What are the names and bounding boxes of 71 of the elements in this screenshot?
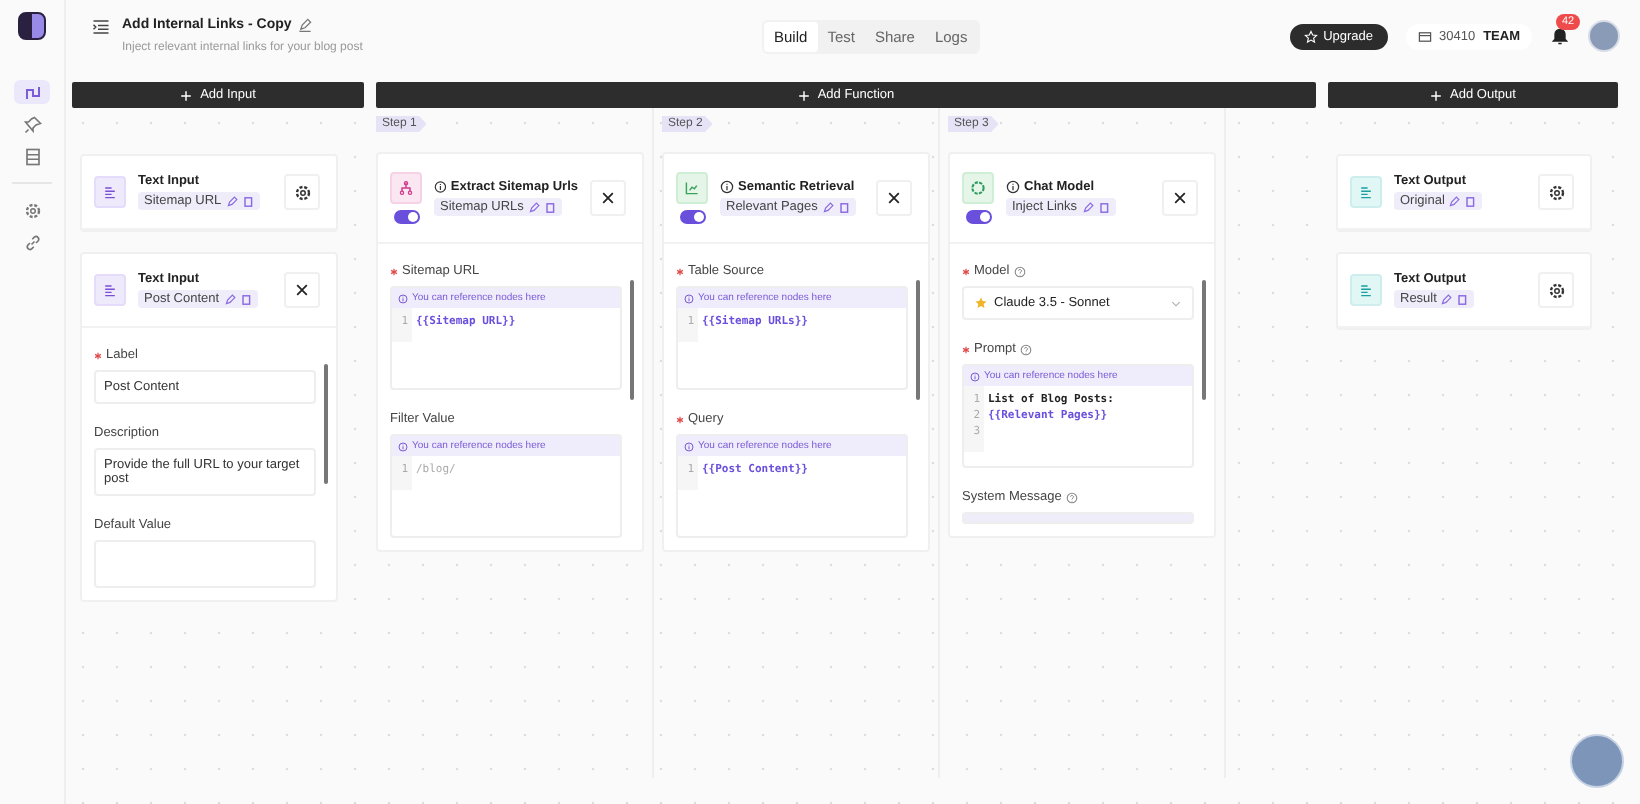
text-icon — [1350, 176, 1382, 208]
edit-icon[interactable] — [225, 195, 238, 207]
info-icon — [684, 293, 694, 303]
help-icon[interactable] — [1065, 491, 1078, 503]
help-icon[interactable] — [1013, 265, 1026, 277]
edit-icon[interactable] — [1440, 293, 1453, 305]
chevron-down-icon — [1170, 297, 1182, 309]
info-icon[interactable] — [720, 180, 734, 194]
toggle-switch[interactable] — [679, 210, 705, 224]
info-icon[interactable] — [434, 180, 447, 194]
link-icon — [23, 233, 41, 251]
plus-icon — [797, 89, 810, 101]
copy-icon[interactable] — [837, 201, 850, 213]
scrollbar[interactable] — [630, 280, 634, 400]
help-icon[interactable] — [1019, 343, 1032, 355]
close-button[interactable] — [284, 272, 320, 308]
info-icon — [398, 441, 408, 451]
app-logo[interactable] — [18, 12, 46, 40]
scrollbar[interactable] — [1202, 280, 1206, 400]
text-icon — [94, 176, 126, 208]
settings-button[interactable] — [1538, 174, 1574, 210]
close-button[interactable] — [590, 180, 626, 216]
toggle-switch[interactable] — [393, 210, 419, 224]
ai-icon — [962, 172, 994, 204]
hierarchy-icon — [390, 172, 422, 204]
settings-icon — [23, 201, 41, 219]
avatar[interactable] — [1588, 20, 1620, 52]
edit-icon[interactable] — [223, 293, 236, 305]
copy-icon[interactable] — [543, 201, 556, 213]
close-icon — [294, 282, 310, 298]
close-icon — [1172, 190, 1188, 206]
close-button[interactable] — [876, 180, 912, 216]
plus-icon — [1430, 89, 1443, 101]
copy-icon[interactable] — [239, 293, 252, 305]
scrollbar[interactable] — [916, 280, 920, 400]
pin-icon — [23, 115, 41, 133]
info-icon — [684, 441, 694, 451]
list-icon — [23, 147, 41, 165]
edit-icon[interactable] — [1448, 195, 1461, 207]
edit-icon[interactable] — [527, 201, 540, 213]
close-icon — [600, 190, 616, 206]
bell-icon[interactable] — [1550, 26, 1570, 46]
edit-icon[interactable] — [1081, 201, 1094, 213]
plus-icon — [180, 89, 193, 101]
edit-icon[interactable] — [297, 18, 312, 32]
copy-icon[interactable] — [241, 195, 254, 207]
close-button[interactable] — [1162, 180, 1198, 216]
chart-icon — [676, 172, 708, 204]
info-icon[interactable] — [1006, 180, 1020, 194]
copy-icon[interactable] — [1464, 195, 1477, 207]
menu-icon[interactable] — [92, 18, 110, 36]
settings-button[interactable] — [1538, 272, 1574, 308]
star-icon — [974, 296, 988, 310]
card-icon — [1417, 29, 1431, 43]
close-icon — [886, 190, 902, 206]
edit-icon[interactable] — [821, 201, 834, 213]
gear-icon — [293, 183, 311, 201]
gear-icon — [1547, 281, 1565, 299]
sidebar-item[interactable] — [14, 80, 50, 104]
gear-icon — [1547, 183, 1565, 201]
info-icon — [970, 371, 980, 381]
toggle-switch[interactable] — [965, 210, 991, 224]
settings-button[interactable] — [284, 174, 320, 210]
info-icon — [398, 293, 408, 303]
copy-icon[interactable] — [1456, 293, 1469, 305]
star-icon — [1303, 29, 1318, 43]
text-icon — [94, 274, 126, 306]
flow-icon — [23, 83, 41, 101]
text-icon — [1350, 274, 1382, 306]
scrollbar[interactable] — [324, 364, 328, 484]
copy-icon[interactable] — [1097, 201, 1110, 213]
